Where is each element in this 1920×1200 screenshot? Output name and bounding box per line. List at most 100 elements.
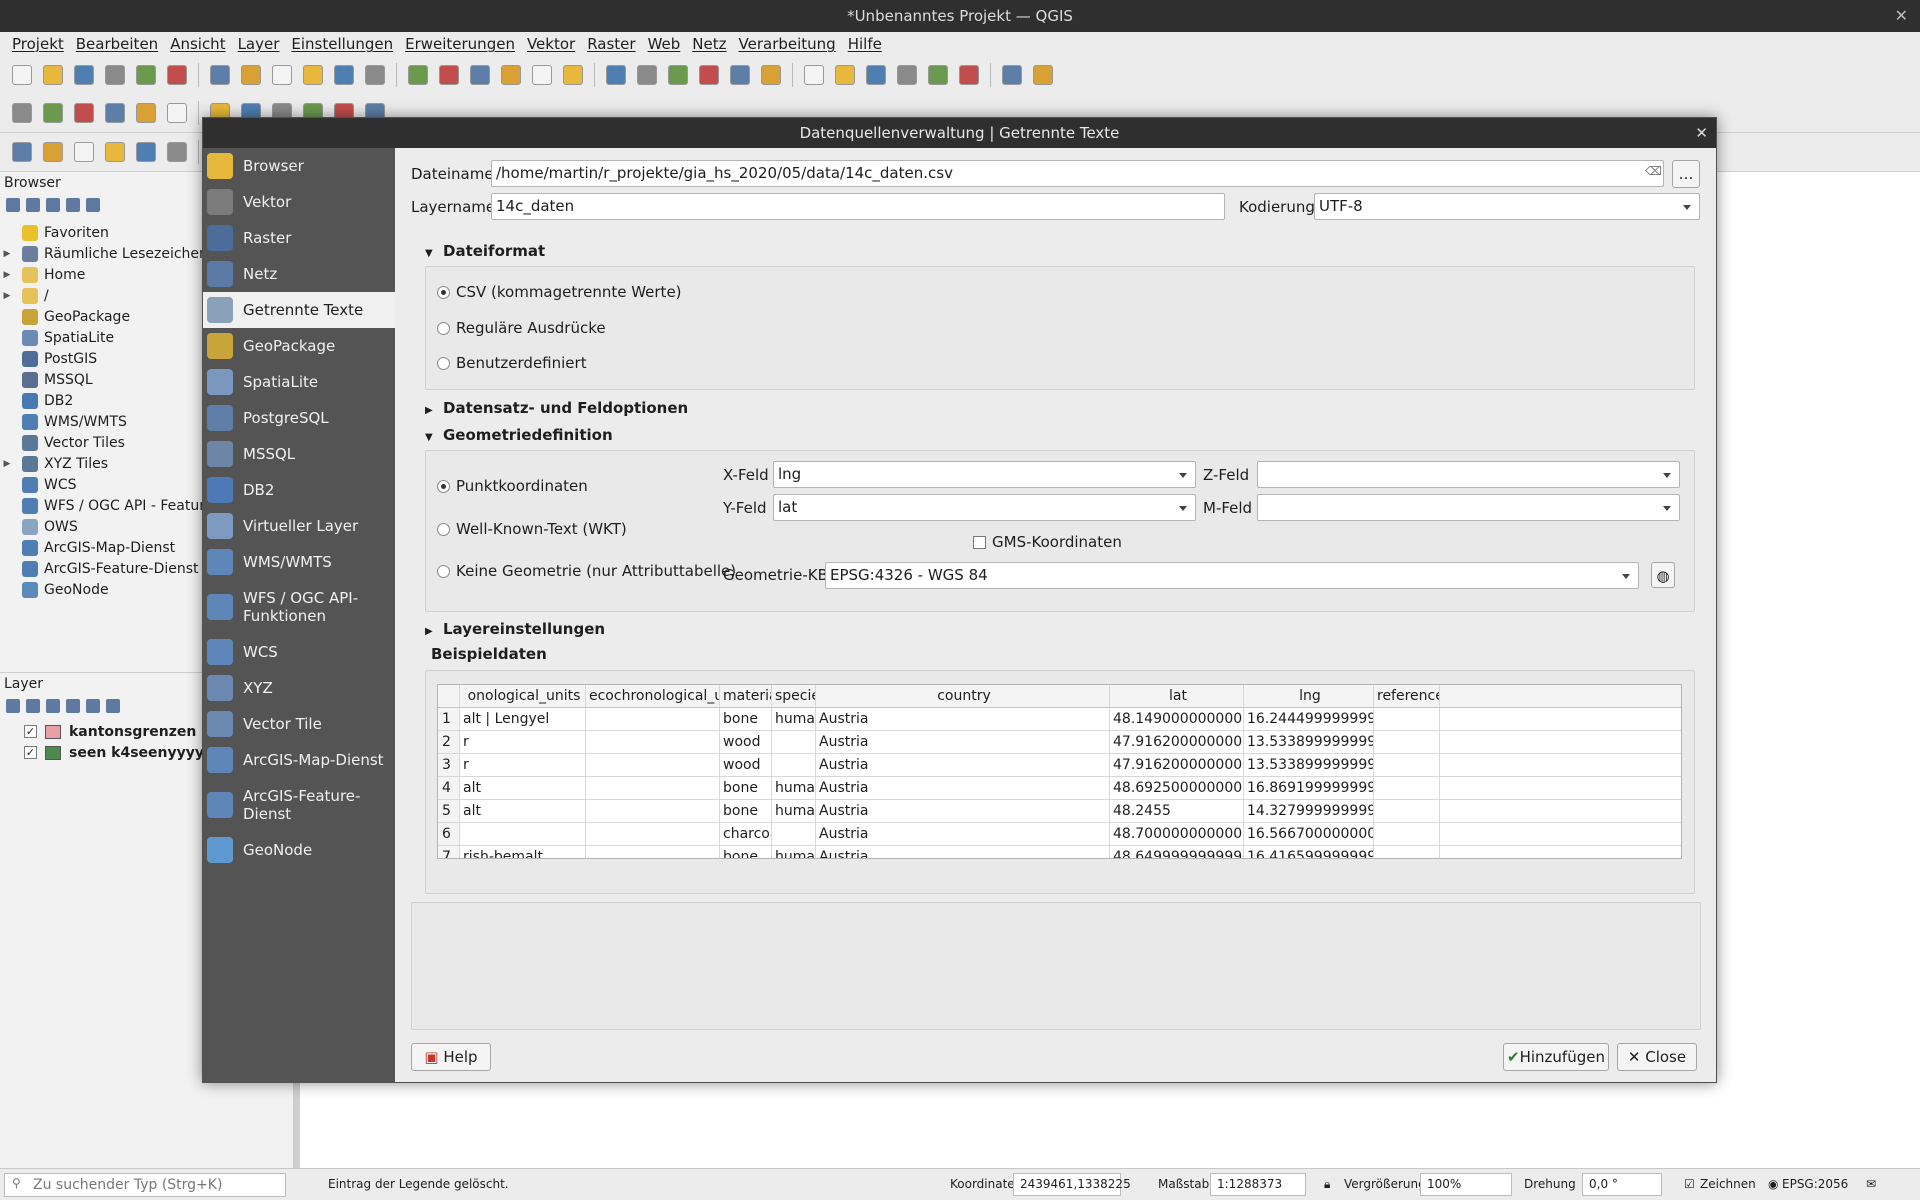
toolbar-tool-icon[interactable] — [268, 61, 296, 89]
source-tab-8[interactable]: MSSQL — [203, 436, 395, 472]
toolbar-tool-icon[interactable] — [559, 61, 587, 89]
toolbar-tool-icon[interactable] — [633, 61, 661, 89]
toolbar-tool-icon[interactable] — [831, 61, 859, 89]
source-tab-1[interactable]: Vektor — [203, 184, 395, 220]
source-tab-13[interactable]: WCS — [203, 634, 395, 670]
toolbar-tool-icon[interactable] — [497, 61, 525, 89]
browse-button[interactable]: … — [1672, 160, 1700, 188]
toolbar-tool-icon[interactable] — [132, 138, 160, 166]
toolbar-tool-icon[interactable] — [299, 61, 327, 89]
menu-item-10[interactable]: Verarbeitung — [733, 35, 842, 53]
expand-icon[interactable] — [86, 699, 100, 713]
column-header[interactable]: onological_units — [460, 685, 586, 707]
format-csv-radio[interactable]: CSV (kommagetrennte Werte) — [437, 283, 682, 301]
column-header[interactable]: species — [772, 685, 816, 707]
y-field-select[interactable]: lat — [773, 494, 1196, 521]
toolbar-tool-icon[interactable] — [528, 61, 556, 89]
z-field-select[interactable] — [1257, 461, 1680, 488]
source-tab-3[interactable]: Netz — [203, 256, 395, 292]
rotation-field[interactable]: 0,0 ° — [1582, 1173, 1662, 1196]
visibility-icon[interactable] — [46, 699, 60, 713]
menu-item-8[interactable]: Web — [642, 35, 687, 53]
dms-checkbox[interactable]: GMS-Koordinaten — [973, 533, 1122, 551]
source-tab-4[interactable]: Getrennte Texte — [203, 292, 395, 328]
scale-field[interactable]: 1:1288373 — [1210, 1173, 1306, 1196]
menu-item-11[interactable]: Hilfe — [842, 35, 888, 53]
source-tab-9[interactable]: DB2 — [203, 472, 395, 508]
x-field-select[interactable]: lng — [773, 461, 1196, 488]
source-tab-16[interactable]: ArcGIS-Map-Dienst — [203, 742, 395, 778]
toolbar-tool-icon[interactable] — [435, 61, 463, 89]
source-tab-18[interactable]: GeoNode — [203, 832, 395, 868]
toolbar-tool-icon[interactable] — [163, 99, 191, 127]
add-group-icon[interactable] — [26, 699, 40, 713]
toolbar-tool-icon[interactable] — [132, 99, 160, 127]
layername-input[interactable]: 14c_daten — [491, 193, 1225, 220]
toolbar-tool-icon[interactable] — [602, 61, 630, 89]
toolbar-tool-icon[interactable] — [924, 61, 952, 89]
coordinate-field[interactable]: 2439461,1338225 — [1013, 1173, 1131, 1196]
geom-point-radio[interactable]: Punktkoordinaten — [437, 477, 588, 495]
refresh-icon[interactable] — [26, 198, 40, 212]
sample-data-table[interactable]: onological_unitsecochronological_unitsma… — [437, 684, 1682, 859]
source-tab-17[interactable]: ArcGIS-Feature-Dienst — [203, 778, 395, 832]
source-tab-0[interactable]: Browser — [203, 148, 395, 184]
toolbar-tool-icon[interactable] — [237, 61, 265, 89]
render-checkbox[interactable]: ☑ — [1684, 1177, 1695, 1191]
toolbar-tool-icon[interactable] — [101, 99, 129, 127]
close-button[interactable]: ✕ Close — [1617, 1043, 1697, 1071]
help-button[interactable]: ▣ Help — [411, 1043, 491, 1071]
toolbar-tool-icon[interactable] — [330, 61, 358, 89]
column-header[interactable]: lng — [1244, 685, 1374, 707]
column-header[interactable]: material — [720, 685, 772, 707]
style-icon[interactable] — [6, 699, 20, 713]
geometry-section-header[interactable]: ▼ Geometriedefinition — [425, 426, 613, 444]
column-header[interactable]: country — [816, 685, 1110, 707]
toolbar-tool-icon[interactable] — [695, 61, 723, 89]
messages-icon[interactable]: ✉ — [1866, 1177, 1876, 1191]
source-tab-7[interactable]: PostgreSQL — [203, 400, 395, 436]
toolbar-tool-icon[interactable] — [163, 61, 191, 89]
toolbar-tool-icon[interactable] — [726, 61, 754, 89]
source-tab-12[interactable]: WFS / OGC API-Funktionen — [203, 580, 395, 634]
format-regex-radio[interactable]: Reguläre Ausdrücke — [437, 319, 606, 337]
toolbar-tool-icon[interactable] — [39, 99, 67, 127]
menu-item-3[interactable]: Layer — [232, 35, 286, 53]
locator-search-input[interactable]: Zu suchender Typ (Strg+K) — [4, 1173, 286, 1197]
source-tab-10[interactable]: Virtueller Layer — [203, 508, 395, 544]
dialog-close-icon[interactable]: ✕ — [1695, 118, 1708, 148]
source-tab-5[interactable]: GeoPackage — [203, 328, 395, 364]
crs-select[interactable]: EPSG:4326 - WGS 84 — [825, 562, 1639, 589]
source-tab-11[interactable]: WMS/WMTS — [203, 544, 395, 580]
m-field-select[interactable] — [1257, 494, 1680, 521]
menu-item-7[interactable]: Raster — [581, 35, 641, 53]
toolbar-tool-icon[interactable] — [862, 61, 890, 89]
crs-button[interactable]: EPSG:2056 — [1782, 1177, 1848, 1191]
toolbar-tool-icon[interactable] — [466, 61, 494, 89]
expand-arrow-icon[interactable]: ▶ — [0, 249, 14, 259]
column-header[interactable]: ecochronological_units — [586, 685, 720, 707]
menu-item-0[interactable]: Projekt — [6, 35, 70, 53]
toolbar-tool-icon[interactable] — [39, 138, 67, 166]
toolbar-tool-icon[interactable] — [8, 61, 36, 89]
format-custom-radio[interactable]: Benutzerdefiniert — [437, 354, 587, 372]
toolbar-tool-icon[interactable] — [664, 61, 692, 89]
crs-selector-button[interactable]: ◍ — [1651, 562, 1675, 588]
toolbar-tool-icon[interactable] — [361, 61, 389, 89]
toolbar-tool-icon[interactable] — [757, 61, 785, 89]
toolbar-tool-icon[interactable] — [132, 61, 160, 89]
source-tab-6[interactable]: SpatiaLite — [203, 364, 395, 400]
magnifier-field[interactable]: 100% — [1420, 1173, 1512, 1196]
toolbar-tool-icon[interactable] — [163, 138, 191, 166]
toolbar-tool-icon[interactable] — [101, 61, 129, 89]
collapse-all-icon[interactable] — [106, 699, 120, 713]
clear-icon[interactable]: ⌫ — [1645, 164, 1662, 178]
expand-arrow-icon[interactable]: ▶ — [0, 270, 14, 280]
menu-item-4[interactable]: Einstellungen — [285, 35, 399, 53]
filter-legend-icon[interactable] — [66, 699, 80, 713]
toolbar-tool-icon[interactable] — [70, 138, 98, 166]
toolbar-tool-icon[interactable] — [955, 61, 983, 89]
menu-item-9[interactable]: Netz — [686, 35, 732, 53]
toolbar-tool-icon[interactable] — [206, 61, 234, 89]
source-tab-2[interactable]: Raster — [203, 220, 395, 256]
